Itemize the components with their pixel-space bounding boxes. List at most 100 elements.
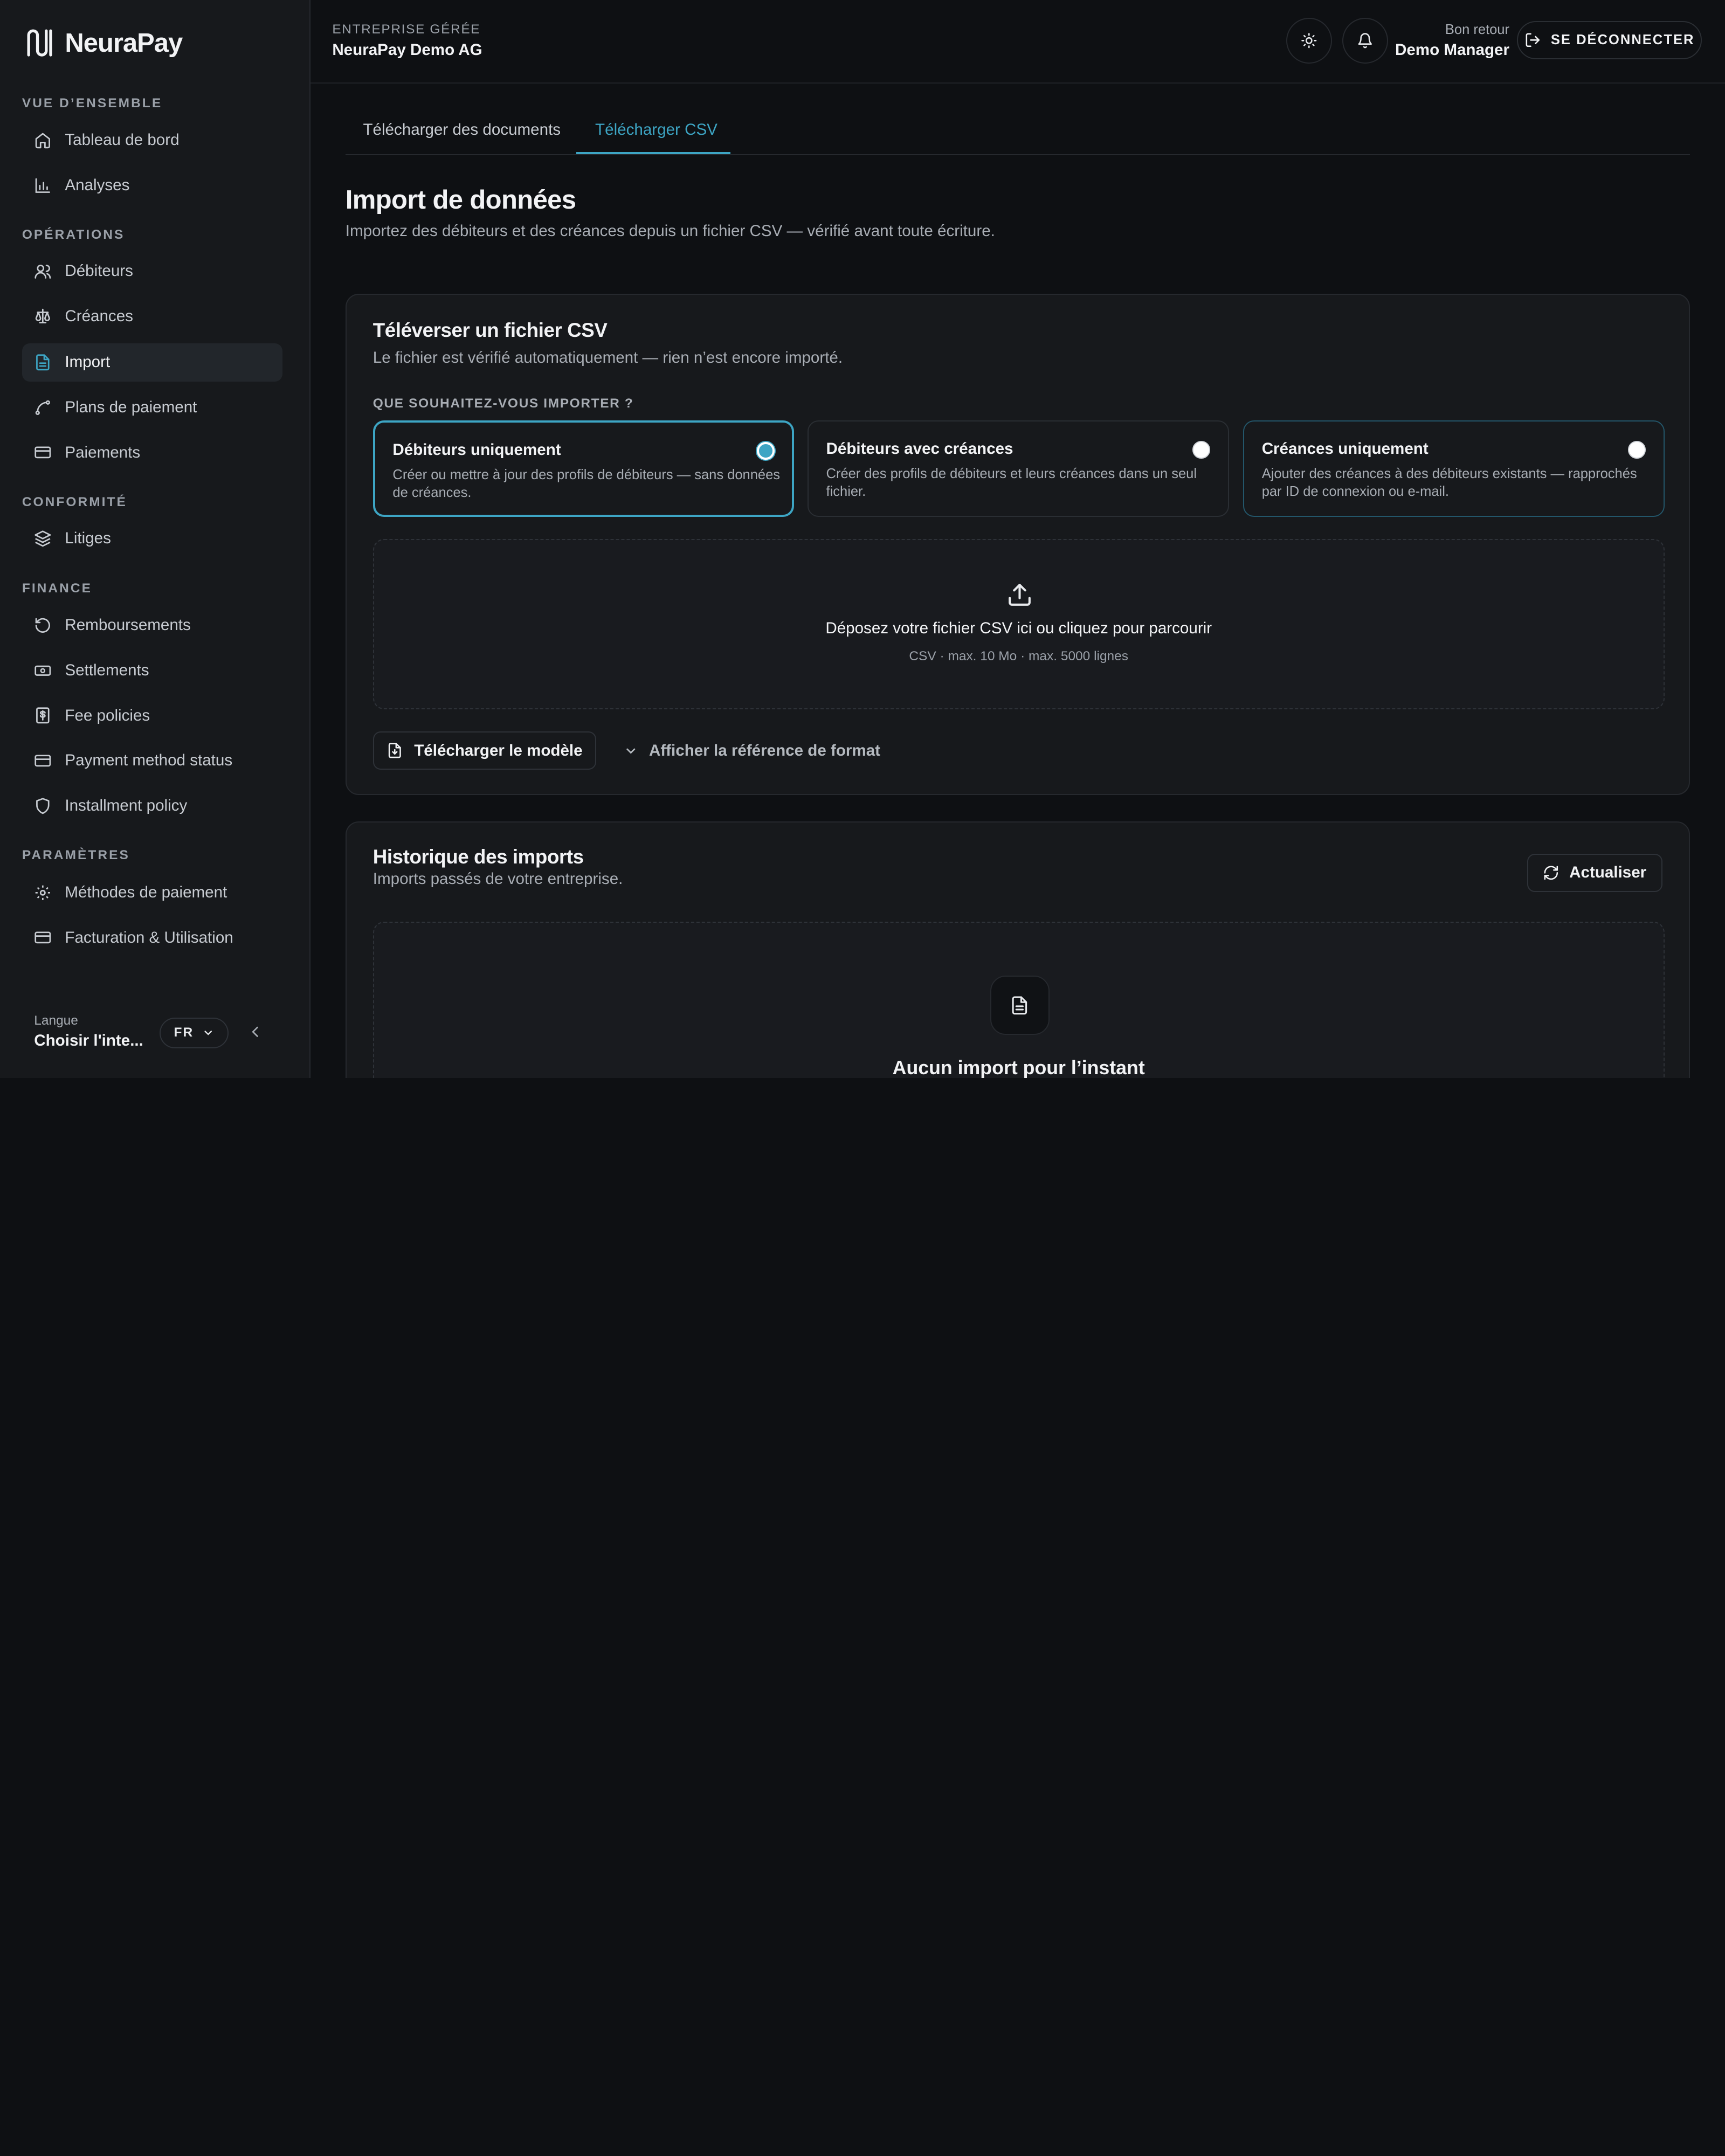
user-block: Bon retour Demo Manager <box>1395 22 1509 59</box>
sidebar-item-creances[interactable]: Créances <box>22 297 283 335</box>
sidebar-item-methodes-paiement[interactable]: Méthodes de paiement <box>22 873 283 911</box>
tab-documents[interactable]: Télécharger des documents <box>363 121 561 139</box>
upload-card: Téléverser un fichier CSV Le fichier est… <box>345 293 1690 796</box>
welcome-text: Bon retour <box>1445 22 1509 37</box>
card-icon <box>34 755 51 767</box>
empty-state-title: Aucun import pour l’instant <box>892 1057 1145 1078</box>
sidebar-item-analyses[interactable]: Analyses <box>22 166 283 204</box>
import-type-label: QUE SOUHAITEZ-VOUS IMPORTER ? <box>372 396 634 411</box>
section-title-operations: OPÉRATIONS <box>22 227 125 243</box>
home-icon <box>35 133 51 149</box>
sidebar-item-litiges[interactable]: Litiges <box>22 519 283 557</box>
scale-icon <box>35 309 51 324</box>
option-description: Ajouter des créances à des débiteurs exi… <box>1261 466 1637 499</box>
download-template-label: Télécharger le modèle <box>414 741 583 759</box>
page-subtitle: Importez des débiteurs et des créances d… <box>345 222 995 240</box>
layers-icon <box>34 530 51 547</box>
sidebar-item-settlements[interactable]: Settlements <box>22 651 283 689</box>
sidebar-item-dashboard[interactable]: Tableau de bord <box>22 121 283 159</box>
refresh-icon <box>1544 866 1558 880</box>
rotate-ccw-icon <box>35 618 51 633</box>
users-icon <box>34 264 51 279</box>
banknote-icon <box>34 665 51 676</box>
option-debiteurs-uniquement[interactable]: Débiteurs uniquement Créer ou mettre à j… <box>372 420 795 517</box>
file-icon <box>36 354 50 371</box>
language-value[interactable]: Choisir l'inte... <box>34 1032 143 1050</box>
sidebar-item-label: Méthodes de paiement <box>65 883 227 902</box>
entreprise-label: ENTREPRISE GÉRÉE <box>332 22 481 37</box>
neurapay-logo-icon <box>27 29 52 57</box>
sidebar-item-fee-policies[interactable]: Fee policies <box>22 696 283 735</box>
option-title: Débiteurs uniquement <box>392 441 561 459</box>
collapse-sidebar-button[interactable] <box>246 1023 264 1045</box>
language-code: FR <box>174 1025 194 1040</box>
app-root: NeuraPay VUE D’ENSEMBLE Tableau de bord … <box>0 0 1725 1078</box>
upload-icon <box>1009 584 1031 606</box>
entreprise-name: NeuraPay Demo AG <box>332 40 482 59</box>
sidebar-item-label: Paiements <box>65 443 141 461</box>
section-title-parametres: PARAMÈTRES <box>22 848 130 863</box>
format-reference-label: Afficher la référence de format <box>649 741 881 759</box>
radio-unselected[interactable] <box>1192 441 1210 459</box>
bar-chart-icon <box>35 178 51 193</box>
logo[interactable]: NeuraPay <box>24 26 183 59</box>
radio-selected[interactable] <box>757 442 775 460</box>
history-title: Historique des imports <box>372 846 584 868</box>
history-subtitle: Imports passés de votre entreprise. <box>372 870 623 888</box>
sidebar-item-debiteurs[interactable]: Débiteurs <box>22 252 283 290</box>
sidebar-item-remboursements[interactable]: Remboursements <box>22 606 283 644</box>
option-description: Créer des profils de débiteurs et leurs … <box>826 466 1197 499</box>
sidebar-item-label: Settlements <box>65 661 149 679</box>
sidebar-item-label: Import <box>65 353 111 371</box>
sidebar-item-label: Débiteurs <box>65 262 133 280</box>
refresh-button[interactable]: Actualiser <box>1527 853 1662 893</box>
radio-unselected[interactable] <box>1628 441 1646 459</box>
sidebar-item-plans[interactable]: Plans de paiement <box>22 388 283 426</box>
format-reference-toggle[interactable]: Afficher la référence de format <box>624 731 880 770</box>
shield-icon <box>36 797 50 814</box>
chevron-down-icon <box>626 748 636 754</box>
card-icon <box>34 446 51 459</box>
topbar: ENTREPRISE GÉRÉE NeuraPay Demo AG Bon re… <box>310 0 1725 84</box>
sidebar-item-label: Facturation & Utilisation <box>65 928 233 946</box>
gear-icon <box>35 885 51 900</box>
active-tab-indicator <box>576 151 731 154</box>
sidebar-item-label: Fee policies <box>65 706 150 724</box>
option-title: Débiteurs avec créances <box>826 440 1013 458</box>
notifications-button[interactable] <box>1342 17 1389 64</box>
option-creances-uniquement[interactable]: Créances uniquement Ajouter des créances… <box>1243 420 1665 517</box>
sidebar-item-label: Plans de paiement <box>65 398 197 417</box>
sidebar-item-paiements[interactable]: Paiements <box>22 433 283 472</box>
section-title-conformite: CONFORMITÉ <box>22 495 127 510</box>
tab-csv[interactable]: Télécharger CSV <box>595 121 717 139</box>
sidebar-item-import[interactable]: Import <box>22 343 283 382</box>
main-content: Télécharger des documents Télécharger CS… <box>310 84 1725 1078</box>
sun-icon <box>1301 33 1317 49</box>
file-text-icon <box>1012 996 1027 1015</box>
section-title-overview: VUE D’ENSEMBLE <box>22 95 163 110</box>
theme-toggle-button[interactable] <box>1286 17 1333 64</box>
language-select[interactable]: FR <box>159 1017 229 1048</box>
csv-dropzone[interactable]: Déposez votre fichier CSV ici ou cliquez… <box>372 538 1665 710</box>
language-label: Langue <box>34 1013 78 1028</box>
sidebar-item-label: Tableau de bord <box>65 131 180 149</box>
sidebar-item-facturation[interactable]: Facturation & Utilisation <box>22 918 283 957</box>
sidebar-item-installment-policy[interactable]: Installment policy <box>22 786 283 825</box>
card-icon <box>34 931 51 944</box>
sidebar-item-label: Installment policy <box>65 796 188 814</box>
sidebar-item-label: Créances <box>65 307 133 325</box>
sidebar-item-label: Remboursements <box>65 616 191 634</box>
receipt-icon <box>36 707 50 724</box>
logout-icon <box>1526 33 1540 47</box>
option-debiteurs-avec-creances[interactable]: Débiteurs avec créances Créer des profil… <box>807 420 1229 517</box>
file-download-icon <box>389 743 402 758</box>
route-icon <box>35 400 51 415</box>
upload-title: Téléverser un fichier CSV <box>372 319 608 341</box>
logout-button[interactable]: SE DÉCONNECTER <box>1517 20 1702 60</box>
sidebar-item-label: Payment method status <box>65 751 233 770</box>
language-block: Langue Choisir l'inte... <box>34 1013 143 1050</box>
download-template-button[interactable]: Télécharger le modèle <box>372 731 597 770</box>
chevron-down-icon <box>204 1031 212 1035</box>
option-title: Créances uniquement <box>1261 440 1429 458</box>
sidebar-item-payment-method-status[interactable]: Payment method status <box>22 741 283 779</box>
